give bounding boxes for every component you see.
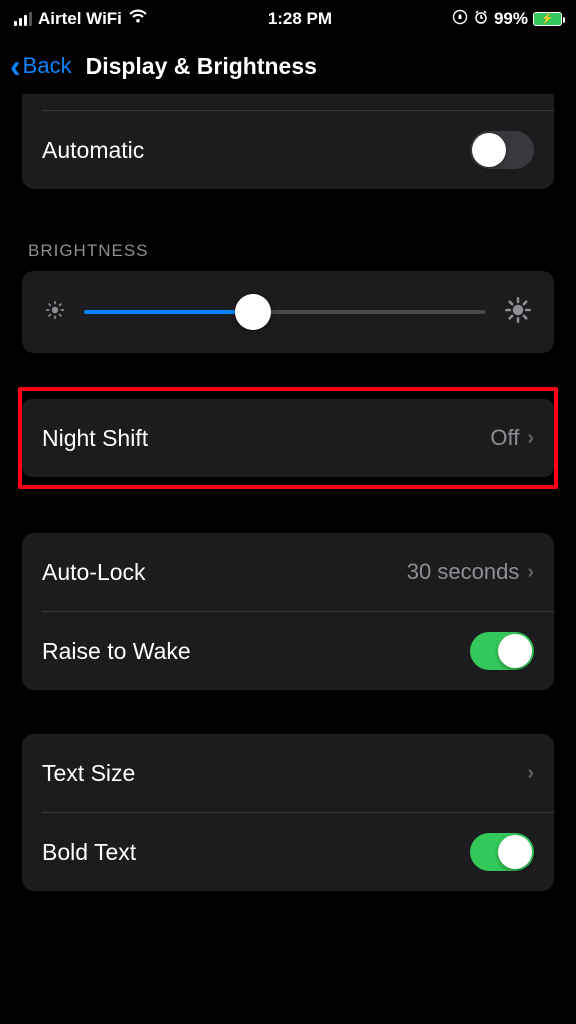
wifi-icon [128,9,148,29]
carrier-label: Airtel WiFi [38,9,122,29]
raise-to-wake-toggle[interactable] [470,632,534,670]
automatic-label: Automatic [42,137,144,164]
night-shift-group: Night Shift Off › [22,399,554,477]
chevron-right-icon: › [527,427,534,450]
text-size-row[interactable]: Text Size › [22,734,554,812]
brightness-header: BRIGHTNESS [22,241,554,271]
brightness-group [22,271,554,353]
highlight-annotation: Night Shift Off › [18,387,558,489]
bold-text-row[interactable]: Bold Text [22,813,554,891]
brightness-slider[interactable] [84,310,486,314]
text-size-label: Text Size [42,760,135,787]
night-shift-value: Off [490,425,519,451]
automatic-row[interactable]: Automatic [22,111,554,189]
sun-min-icon [44,299,66,326]
automatic-toggle[interactable] [470,131,534,169]
appearance-group: Automatic [22,94,554,189]
back-label: Back [23,53,72,79]
brightness-slider-row[interactable] [22,271,554,353]
raise-to-wake-row[interactable]: Raise to Wake [22,612,554,690]
slider-thumb[interactable] [235,294,271,330]
night-shift-row[interactable]: Night Shift Off › [22,399,554,477]
auto-lock-row[interactable]: Auto-Lock 30 seconds › [22,533,554,611]
auto-lock-label: Auto-Lock [42,559,146,586]
night-shift-label: Night Shift [42,425,148,452]
lock-group: Auto-Lock 30 seconds › Raise to Wake [22,533,554,690]
battery-icon: ⚡ [533,12,562,26]
sun-max-icon [504,296,532,329]
cell-signal-icon [14,12,32,26]
alarm-icon [473,9,489,30]
orientation-lock-icon [452,9,468,30]
chevron-right-icon: › [527,561,534,584]
back-button[interactable]: ‹ Back [10,50,72,82]
clock: 1:28 PM [268,9,332,29]
nav-header: ‹ Back Display & Brightness [0,38,576,94]
page-title: Display & Brightness [86,53,317,80]
auto-lock-value: 30 seconds [407,559,520,585]
chevron-left-icon: ‹ [10,50,21,82]
bold-text-toggle[interactable] [470,833,534,871]
bold-text-label: Bold Text [42,839,136,866]
chevron-right-icon: › [527,762,534,785]
raise-to-wake-label: Raise to Wake [42,638,191,665]
text-group: Text Size › Bold Text [22,734,554,891]
status-bar: Airtel WiFi 1:28 PM 99% ⚡ [0,0,576,38]
battery-percent: 99% [494,9,528,29]
